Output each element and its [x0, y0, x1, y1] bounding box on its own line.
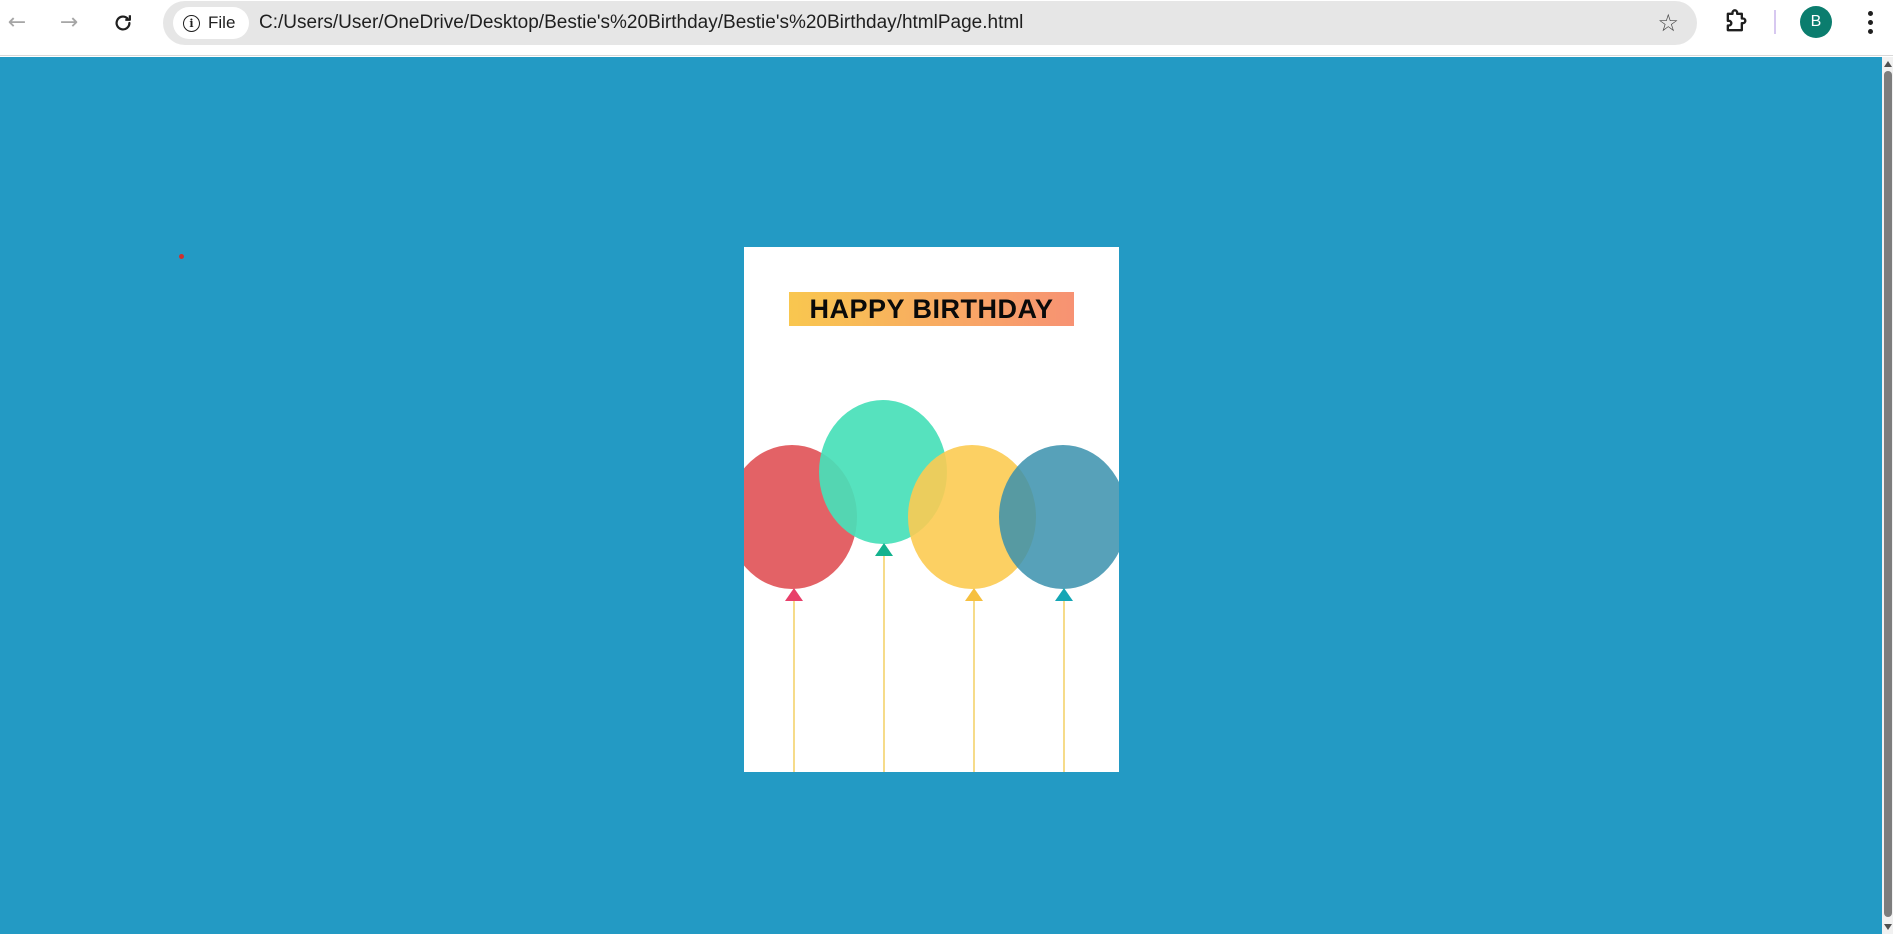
vertical-scrollbar[interactable]	[1882, 57, 1893, 934]
red-dot	[179, 254, 184, 259]
url-text[interactable]: C:/Users/User/OneDrive/Desktop/Bestie's%…	[259, 12, 1023, 34]
address-bar[interactable]: i File C:/Users/User/OneDrive/Desktop/Be…	[163, 1, 1697, 45]
scroll-thumb[interactable]	[1884, 71, 1892, 917]
puzzle-icon[interactable]	[1722, 8, 1750, 36]
toolbar-divider	[1774, 10, 1776, 34]
reload-icon	[115, 15, 131, 31]
scroll-down-arrow-icon[interactable]	[1884, 924, 1892, 930]
arrow-right-icon: →	[59, 10, 79, 35]
yellow-balloon-knot	[965, 588, 983, 601]
avatar[interactable]: B	[1800, 6, 1832, 38]
card-title: HAPPY BIRTHDAY	[809, 293, 1054, 324]
star-icon[interactable]: ☆	[1657, 9, 1679, 37]
back-button[interactable]: ←	[0, 6, 34, 40]
site-chip-label: File	[208, 13, 236, 32]
red-balloon-knot	[785, 588, 803, 601]
kebab-menu-icon[interactable]	[1858, 8, 1882, 36]
mint-balloon-knot	[875, 543, 893, 556]
forward-button[interactable]: →	[52, 6, 86, 40]
teal-balloon-knot	[1055, 588, 1073, 601]
reload-button[interactable]	[106, 6, 140, 40]
browser-toolbar: ← → i File C:/Users/User/OneDrive/Deskto…	[0, 0, 1893, 56]
info-icon: i	[183, 14, 200, 32]
arrow-left-icon: ←	[7, 10, 27, 35]
title-banner-text-box: HAPPY BIRTHDAY	[789, 292, 1074, 326]
page-viewport: HAPPY BIRTHDAY	[0, 57, 1882, 934]
birthday-card: HAPPY BIRTHDAY	[744, 247, 1119, 772]
site-info-chip[interactable]: i File	[173, 7, 249, 39]
scroll-up-arrow-icon[interactable]	[1884, 61, 1892, 67]
